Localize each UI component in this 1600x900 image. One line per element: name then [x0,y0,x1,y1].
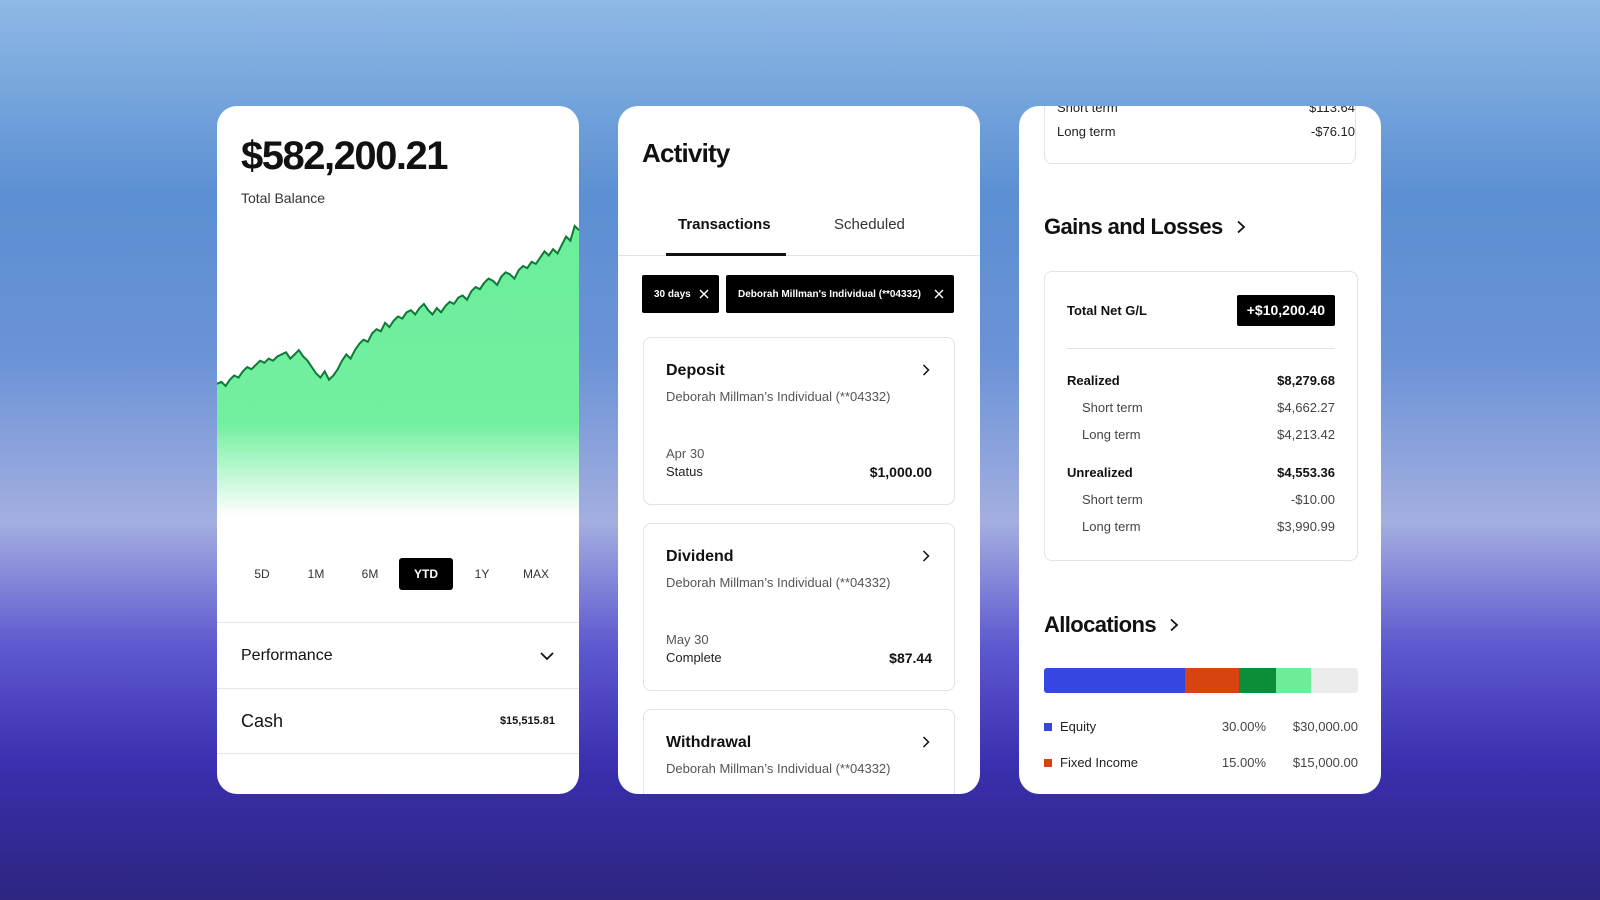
legend-name: Fixed Income [1060,755,1139,770]
gl-label: Short term [1082,492,1143,507]
legend-row-fixed-income: Fixed Income 15.00% $15,000.00 [1044,755,1358,770]
gl-value: $8,279.68 [1277,373,1335,388]
transaction-account: Deborah Millman’s Individual (**04332) [666,389,891,404]
balance-area-chart [217,224,579,516]
transaction-card[interactable]: Dividend Deborah Millman’s Individual (*… [643,523,955,691]
divider [1067,348,1335,349]
filter-chip-30-days[interactable]: 30 days [642,275,719,313]
activity-card: Activity Transactions Scheduled 30 days … [618,106,980,794]
transaction-type: Dividend [666,548,734,565]
gl-value: $3,990.99 [1277,519,1335,534]
transaction-type: Deposit [666,362,725,379]
tab-transactions[interactable]: Transactions [678,216,771,233]
gl-value: -$10.00 [1290,492,1335,507]
summary-value: $113.64 [1308,106,1355,115]
gl-value: $4,213.42 [1277,427,1335,442]
cash-row[interactable]: Cash $15,515.81 [217,688,579,754]
performance-dropdown[interactable]: Performance [217,622,579,688]
transaction-status: Status [666,464,703,479]
net-gl-label: Total Net G/L [1067,303,1147,318]
transaction-date: Apr 30 [666,446,705,461]
allocation-segment [1276,668,1311,693]
summary-label: Short term [1057,106,1118,115]
transaction-account: Deborah Millman’s Individual (**04332) [666,575,891,590]
gl-label: Unrealized [1067,465,1133,480]
total-balance-value: $582,200.21 [241,134,448,178]
legend-percent: 30.00% [1221,719,1266,734]
total-balance-label: Total Balance [241,190,326,206]
legend-value: $30,000.00 [1292,719,1358,734]
gains-losses-box: Total Net G/L +$10,200.40 Realized $8,27… [1044,271,1358,561]
legend-value: $15,000.00 [1292,755,1358,770]
transaction-amount: $87.44 [889,650,932,666]
summary-row: Short term $113.64 [1057,106,1355,115]
transaction-card[interactable]: Withdrawal Deborah Millman’s Individual … [643,709,955,794]
transaction-status: Complete [666,650,722,665]
activity-tabs: Transactions Scheduled [618,206,980,256]
gl-row-realized: Realized $8,279.68 [1067,373,1335,388]
activity-title: Activity [642,138,730,168]
chevron-right-icon [922,364,930,376]
range-5d[interactable]: 5D [237,558,287,590]
transaction-amount: $1,000.00 [869,464,932,480]
chevron-right-icon [922,736,930,748]
transaction-account: Deborah Millman’s Individual (**04332) [666,761,891,776]
filter-chip-account[interactable]: Deborah Millman's Individual (**04332) [726,275,954,313]
legend-percent: 15.00% [1221,755,1266,770]
transaction-type: Withdrawal [666,734,752,751]
chip-label: Deborah Millman's Individual (**04332) [738,288,921,300]
summary-row: Long term -$76.10 [1057,124,1355,139]
legend-swatch [1044,722,1052,731]
range-max[interactable]: MAX [511,558,561,590]
transaction-date: May 30 [666,632,709,647]
gl-value: $4,662.27 [1277,400,1335,415]
chart-area-fill [217,226,579,516]
gl-row-short-term: Short term $4,662.27 [1067,400,1335,415]
close-icon[interactable] [934,289,944,299]
legend-row-equity: Equity 30.00% $30,000.00 [1044,719,1358,734]
gl-label: Realized [1067,373,1120,388]
chip-label: 30 days [654,288,691,300]
gl-label: Long term [1082,427,1141,442]
section-title: Gains and Losses [1044,214,1223,239]
gl-row-short-term: Short term -$10.00 [1067,492,1335,507]
tab-scheduled[interactable]: Scheduled [834,216,905,233]
chevron-right-icon [1237,220,1246,234]
legend-swatch [1044,758,1052,767]
balance-card: $582,200.21 Total Balance 5D 1M 6M YTD 1… [217,106,579,794]
summary-value: -$76.10 [1310,124,1355,139]
active-tab-indicator [666,253,786,256]
gl-row-unrealized: Unrealized $4,553.36 [1067,465,1335,480]
range-ytd[interactable]: YTD [399,558,453,590]
cash-value: $15,515.81 [499,715,555,727]
gl-label: Short term [1082,400,1143,415]
range-1m[interactable]: 1M [291,558,341,590]
range-1y[interactable]: 1Y [457,558,507,590]
chevron-right-icon [922,550,930,562]
allocations-link[interactable]: Allocations [1044,612,1180,638]
close-icon[interactable] [699,289,709,299]
time-range-selector: 5D 1M 6M YTD 1Y MAX [237,558,561,590]
range-6m[interactable]: 6M [345,558,395,590]
allocation-segment [1238,668,1277,693]
section-title: Allocations [1044,612,1157,637]
gl-label: Long term [1082,519,1141,534]
allocation-segment [1044,668,1186,693]
cash-label: Cash [241,710,284,731]
performance-label: Performance [241,646,333,664]
allocation-segment [1185,668,1239,693]
transaction-card[interactable]: Deposit Deborah Millman’s Individual (**… [643,337,955,505]
gains-allocations-card: Short term $113.64 Long term -$76.10 Gai… [1019,106,1381,794]
legend-name: Equity [1060,719,1097,734]
net-gl-badge: +$10,200.40 [1236,295,1335,326]
allocation-bar [1044,668,1358,693]
summary-label: Long term [1057,124,1116,139]
gains-losses-link[interactable]: Gains and Losses [1044,214,1247,240]
gl-row-long-term: Long term $4,213.42 [1067,427,1335,442]
gl-value: $4,553.36 [1277,465,1335,480]
gl-row-long-term: Long term $3,990.99 [1067,519,1335,534]
allocation-segment [1310,668,1358,693]
chevron-down-icon [540,651,554,660]
chevron-right-icon [1170,618,1179,632]
